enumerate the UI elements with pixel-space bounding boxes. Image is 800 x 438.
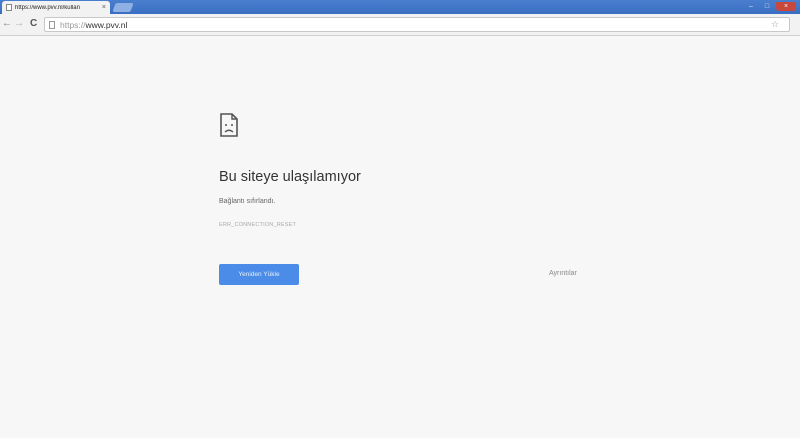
maximize-button[interactable]: □ [760, 2, 774, 11]
tab-close-icon[interactable]: × [102, 4, 106, 11]
close-window-button[interactable]: × [776, 2, 796, 11]
minimize-button[interactable]: – [744, 2, 758, 11]
title-bar: https://www.pvv.nl/kullan × – □ × [0, 0, 800, 14]
browser-tab[interactable]: https://www.pvv.nl/kullan × [2, 1, 110, 14]
new-tab-button[interactable] [112, 3, 134, 12]
reload-button[interactable]: Yeniden Yükle [219, 264, 299, 285]
url-host: www.pvv.nl [85, 19, 128, 30]
url-scheme: https:// [60, 19, 86, 30]
reload-icon[interactable]: C [30, 18, 37, 30]
error-message: Bağlantı sıfırlandı. [219, 198, 276, 205]
address-bar[interactable]: https://www.pvv.nl ☆ [44, 17, 790, 32]
bookmark-star-icon[interactable]: ☆ [771, 19, 779, 30]
error-heading: Bu siteye ulaşılamıyor [219, 169, 361, 185]
page-favicon-icon [6, 4, 12, 11]
window-controls: – □ × [744, 2, 796, 11]
browser-toolbar: ← → C https://www.pvv.nl ☆ [0, 14, 800, 36]
page-info-icon[interactable] [49, 20, 55, 29]
details-button[interactable]: Ayrıntılar [549, 270, 577, 277]
tab-title: https://www.pvv.nl/kullan [15, 4, 80, 11]
forward-button[interactable]: → [14, 18, 24, 30]
sad-page-icon [220, 113, 238, 137]
address-url[interactable]: https://www.pvv.nl [60, 20, 127, 30]
error-code: ERR_CONNECTION_RESET [219, 222, 297, 228]
back-button[interactable]: ← [2, 18, 12, 30]
